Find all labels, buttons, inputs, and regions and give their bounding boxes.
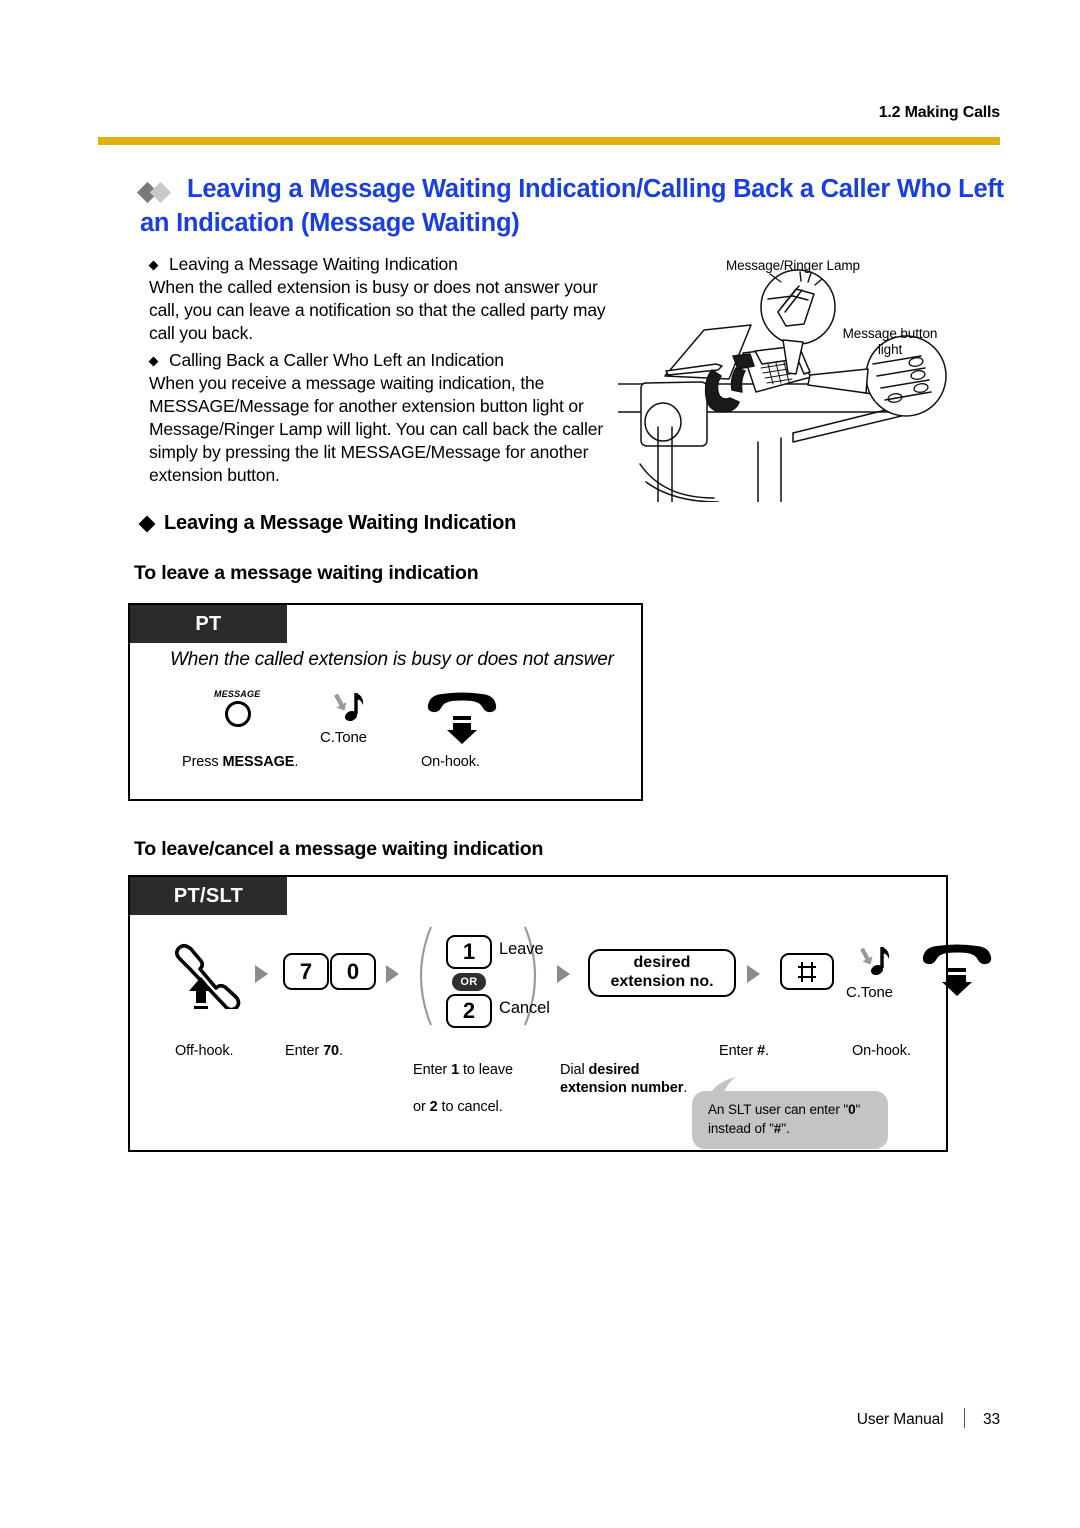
diamond-bullet-icon — [148, 356, 159, 367]
message-key-label: MESSAGE — [214, 689, 261, 699]
footer-manual-label: User Manual — [856, 1411, 944, 1428]
dial-key-7[interactable]: 7 — [283, 953, 329, 990]
subheading-to-leave-indication: To leave a message waiting indication — [134, 562, 479, 584]
intro-item1-heading: Leaving a Message Waiting Indication — [148, 253, 617, 276]
page-title: Leaving a Message Waiting Indication/Cal… — [136, 173, 1010, 240]
flow-arrow-icon — [557, 965, 570, 983]
choice-label-leave: Leave — [499, 940, 544, 958]
intro-item2-body: When you receive a message waiting indic… — [149, 373, 604, 485]
on-hook-handset-icon — [427, 692, 497, 744]
hash-glyph-icon — [798, 961, 816, 982]
pt-caption-press-message: Press MESSAGE. — [182, 754, 299, 770]
dial-key-0[interactable]: 0 — [330, 953, 376, 990]
desk-phone-illustration: Message/Ringer Lamp Message button light — [618, 252, 1018, 502]
pt-tone-label: C.Tone — [320, 729, 367, 746]
flow-arrow-icon — [386, 965, 399, 983]
pt-slt-tone-label: C.Tone — [846, 984, 893, 1001]
or-pill-label: OR — [452, 973, 486, 991]
diamond-bullet-icon — [138, 515, 156, 533]
page-footer: User Manual 33 — [98, 1408, 1000, 1429]
label-message-button-light: Message button light — [842, 326, 938, 358]
flow-arrow-icon — [255, 965, 268, 983]
page-header: 1.2 Making Calls — [98, 104, 1000, 122]
dial-key-1[interactable]: 1 — [446, 935, 492, 969]
desired-extension-line2: extension no. — [610, 973, 714, 990]
label-message-ringer-lamp: Message/Ringer Lamp — [726, 258, 860, 273]
desired-extension-line1: desired — [633, 954, 691, 972]
procedure-box-pt: PT When the called extension is busy or … — [128, 603, 643, 801]
on-hook-handset-icon — [922, 944, 992, 996]
subheading-to-leave-cancel-indication: To leave/cancel a message waiting indica… — [134, 838, 544, 860]
chapter-label: 1.2 Making Calls — [878, 104, 1000, 121]
confirmation-tone-icon — [334, 693, 364, 722]
pt-caption-onhook: On-hook. — [421, 754, 480, 770]
section-heading-leaving-indication: Leaving a Message Waiting Indication — [138, 512, 516, 535]
dial-key-2[interactable]: 2 — [446, 994, 492, 1028]
procedure-box-pt-slt: PT/SLT 7 0 1 Leave OR 2 Cancel desired e… — [128, 875, 992, 1152]
caption-offhook: Off-hook. — [175, 1043, 234, 1059]
slt-note-bubble: An SLT user can enter "0" instead of "#"… — [692, 1091, 888, 1149]
pt-condition-text: When the called extension is busy or doe… — [170, 649, 614, 670]
caption-enter-choice: Enter 1 to leave or 2 to cancel. — [413, 1061, 513, 1115]
choice-label-cancel: Cancel — [499, 999, 550, 1017]
footer-page-number: 33 — [982, 1411, 1000, 1428]
box-tag-pt: PT — [130, 605, 287, 643]
off-hook-handset-icon — [174, 943, 241, 1009]
box-tag-pt-slt: PT/SLT — [130, 877, 287, 915]
illustration-svg — [618, 269, 947, 502]
intro-item1-body: When the called extension is busy or doe… — [149, 277, 606, 343]
caption-dial-extension: Dial desired extension number. — [560, 1061, 688, 1097]
confirmation-tone-icon — [860, 947, 890, 976]
title-diamonds-icon — [136, 181, 184, 204]
message-button-icon[interactable] — [225, 701, 251, 727]
page-title-text: Leaving a Message Waiting Indication/Cal… — [140, 175, 1004, 237]
dial-key-hash[interactable] — [780, 953, 834, 990]
diamond-bullet-icon — [148, 260, 159, 271]
intro-text: Leaving a Message Waiting Indication Whe… — [148, 253, 617, 487]
desired-extension-box[interactable]: desired extension no. — [588, 949, 736, 997]
footer-divider — [963, 1408, 965, 1428]
header-rule — [98, 137, 1000, 145]
caption-enter-70: Enter 70. — [285, 1043, 343, 1059]
flow-arrow-icon — [747, 965, 760, 983]
caption-enter-hash: Enter #. — [719, 1043, 769, 1059]
intro-item2-heading: Calling Back a Caller Who Left an Indica… — [148, 349, 617, 372]
caption-onhook: On-hook. — [852, 1043, 911, 1059]
